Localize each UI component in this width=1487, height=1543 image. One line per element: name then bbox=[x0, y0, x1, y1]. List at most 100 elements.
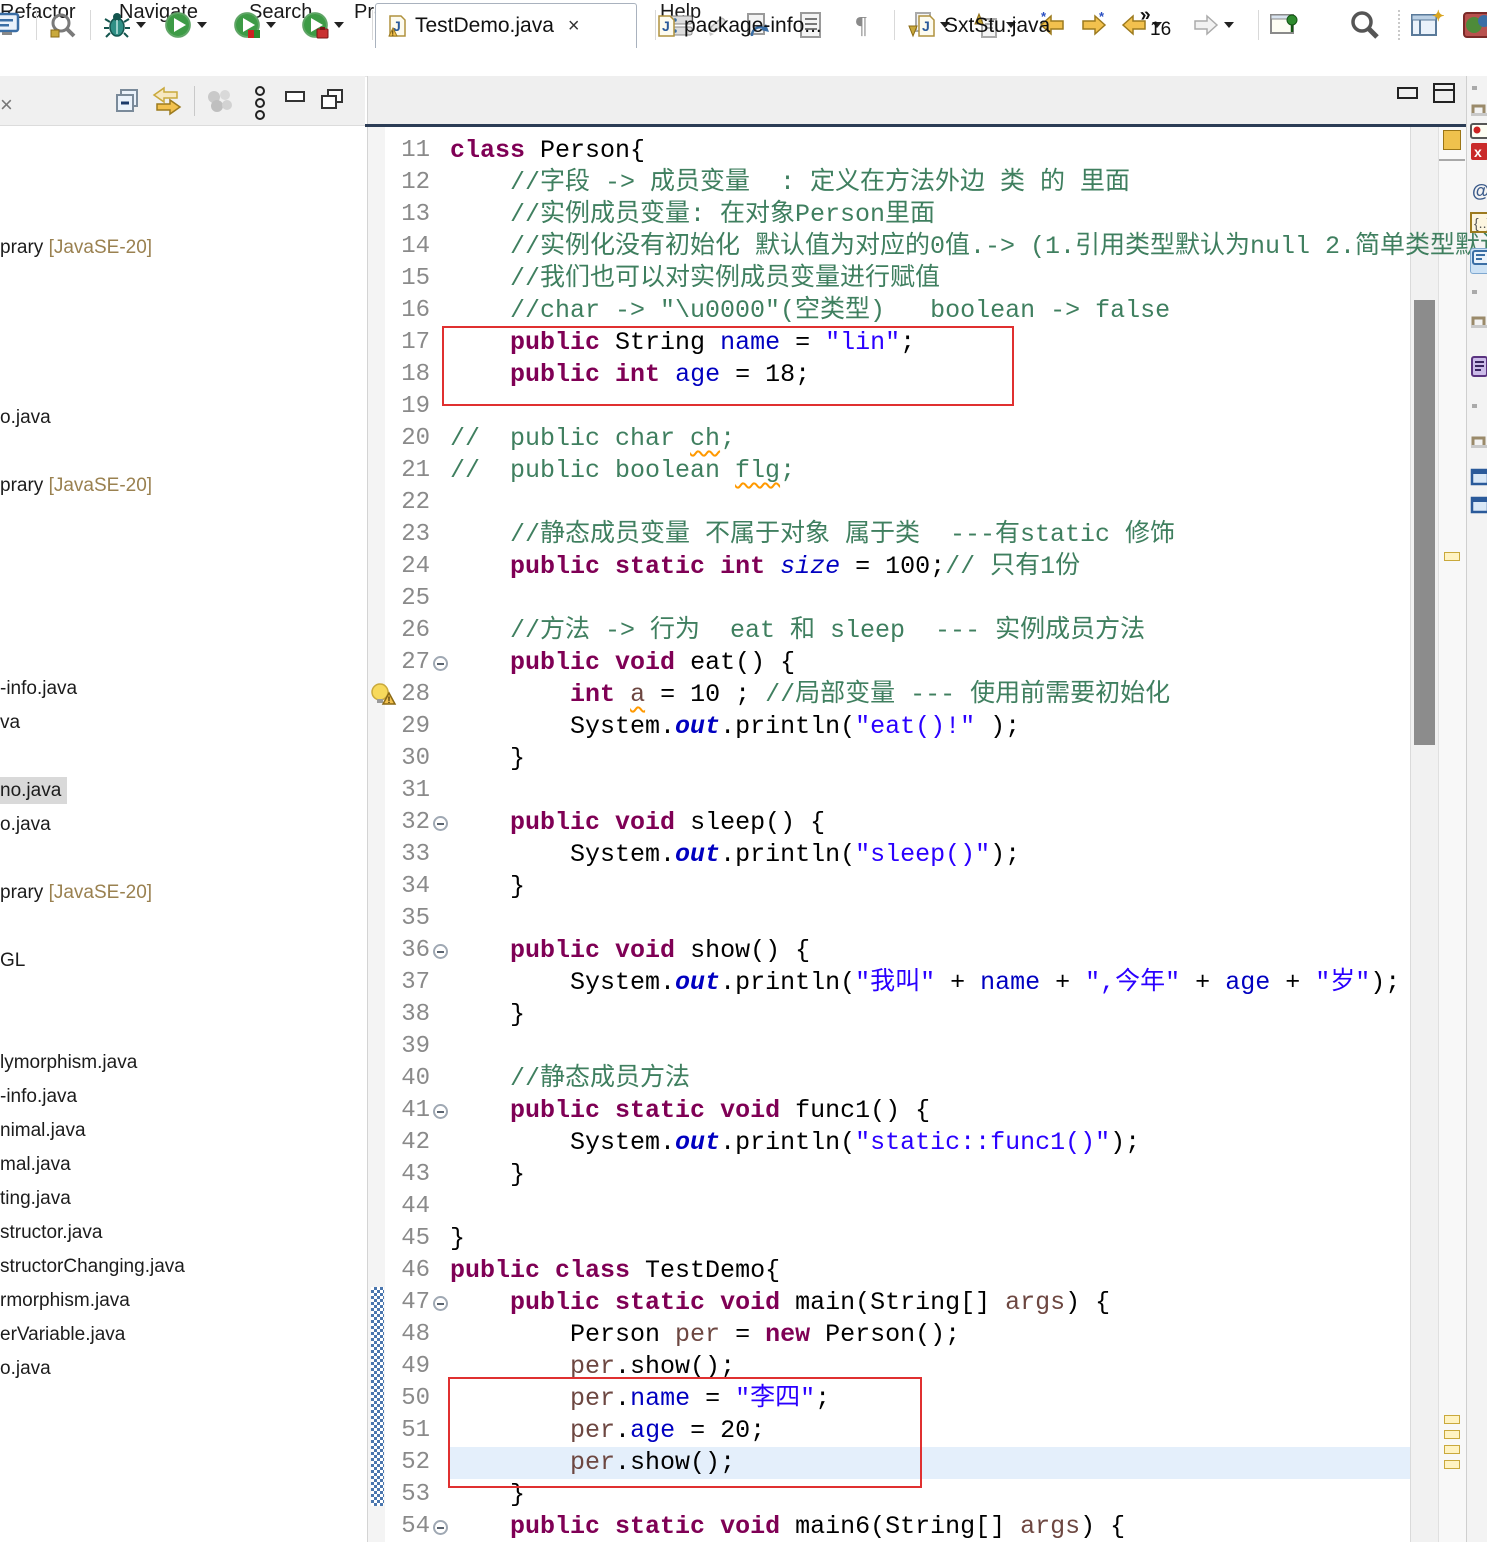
code-line[interactable]: // public boolean flg; bbox=[450, 455, 795, 487]
sidebar-item[interactable]: va bbox=[0, 709, 20, 736]
sidebar-item[interactable]: mal.java bbox=[0, 1151, 71, 1178]
code-line[interactable]: //方法 -> 行为 eat 和 sleep --- 实例成员方法 bbox=[450, 615, 1145, 647]
sidebar-item[interactable]: prary [JavaSE-20] bbox=[0, 879, 152, 906]
run-icon[interactable] bbox=[163, 8, 207, 42]
tab-overflow-indicator[interactable]: »16 bbox=[1140, 6, 1171, 38]
fold-collapse-icon[interactable] bbox=[433, 656, 448, 671]
forward-icon[interactable] bbox=[1192, 8, 1234, 42]
overview-ruler[interactable] bbox=[1438, 127, 1466, 1542]
code-line[interactable]: } bbox=[450, 1159, 525, 1191]
console-icon[interactable] bbox=[0, 8, 24, 42]
code-line[interactable]: //我们也可以对实例成员变量进行赋值 bbox=[450, 263, 940, 295]
code-line[interactable]: } bbox=[450, 999, 525, 1031]
overview-warning-marker[interactable] bbox=[1444, 552, 1460, 561]
fastview-handle-icon[interactable] bbox=[1470, 100, 1487, 124]
run-external-tools-icon[interactable] bbox=[300, 8, 344, 42]
code-line[interactable]: public void eat() { bbox=[450, 647, 795, 679]
sidebar-item[interactable]: lymorphism.java bbox=[0, 1049, 137, 1076]
tab-sxtstu-java[interactable]: JSxtStu.java bbox=[905, 3, 1095, 48]
code-line[interactable]: System.out.println("static::func1()"); bbox=[450, 1127, 1140, 1159]
selected-console-view-icon[interactable] bbox=[1470, 248, 1487, 274]
maximize-view-icon[interactable] bbox=[318, 86, 346, 114]
sidebar-item[interactable]: structorChanging.java bbox=[0, 1253, 185, 1280]
javadoc-view-icon[interactable]: @ bbox=[1470, 180, 1487, 204]
package-view-icon[interactable] bbox=[1470, 496, 1487, 520]
collapse-all-icon[interactable] bbox=[113, 86, 143, 116]
outline-view-icon[interactable] bbox=[1470, 468, 1487, 492]
overview-ruler-header-marker[interactable] bbox=[1443, 130, 1461, 150]
focus-disabled-icon[interactable] bbox=[203, 86, 237, 116]
pin-editor-icon[interactable] bbox=[1268, 8, 1300, 42]
overview-warning-marker[interactable] bbox=[1444, 1460, 1460, 1469]
code-line[interactable]: } bbox=[450, 1223, 465, 1255]
code-line[interactable]: //实例化没有初始化 默认值为对应的0值.-> (1.引用类型默认为null 2… bbox=[450, 231, 1487, 263]
sidebar-item[interactable]: prary [JavaSE-20] bbox=[0, 472, 152, 499]
fastview-handle-icon[interactable] bbox=[1470, 312, 1487, 336]
code-line[interactable]: System.out.println("sleep()"); bbox=[450, 839, 1020, 871]
code-line[interactable]: public static int size = 100;// 只有1份 bbox=[450, 551, 1080, 583]
code-line[interactable]: public void sleep() { bbox=[450, 807, 825, 839]
code-line[interactable]: System.out.println("eat()!" ); bbox=[450, 711, 1020, 743]
code-line[interactable]: int a = 10 ; //局部变量 --- 使用前需要初始化 bbox=[450, 679, 1170, 711]
overview-warning-marker[interactable] bbox=[1444, 1430, 1460, 1439]
debug-icon[interactable] bbox=[102, 8, 146, 42]
code-line[interactable]: class Person{ bbox=[450, 135, 645, 167]
java-perspective-icon[interactable] bbox=[1462, 8, 1487, 42]
open-perspective-icon[interactable]: ✦ bbox=[1410, 8, 1444, 42]
sidebar-item[interactable]: rmorphism.java bbox=[0, 1287, 130, 1314]
code-line[interactable]: public static void main6(String[] args) … bbox=[450, 1511, 1125, 1543]
sidebar-item[interactable]: -info.java bbox=[0, 675, 77, 702]
sidebar-item[interactable]: o.java bbox=[0, 1355, 51, 1382]
overview-warning-marker[interactable] bbox=[1444, 1445, 1460, 1454]
sidebar-item[interactable]: o.java bbox=[0, 811, 51, 838]
dropdown-caret-icon[interactable] bbox=[266, 22, 276, 28]
code-line[interactable]: //字段 -> 成员变量 : 定义在方法外边 类 的 里面 bbox=[450, 167, 1130, 199]
search-icon[interactable] bbox=[1348, 8, 1380, 42]
minimize-view-icon[interactable] bbox=[283, 86, 309, 112]
code-line[interactable]: System.out.println("我叫" + name + ",今年" +… bbox=[450, 967, 1400, 999]
dropdown-caret-icon[interactable] bbox=[1224, 22, 1234, 28]
sidebar-item[interactable]: -info.java bbox=[0, 1083, 77, 1110]
maximize-editor-button[interactable] bbox=[1432, 82, 1456, 104]
coverage-icon[interactable] bbox=[232, 8, 276, 42]
dropdown-caret-icon[interactable] bbox=[136, 22, 146, 28]
code-line[interactable]: public void show() { bbox=[450, 935, 810, 967]
dropdown-caret-icon[interactable] bbox=[197, 22, 207, 28]
handle-dot-icon[interactable] bbox=[1470, 402, 1487, 426]
code-line[interactable]: //实例成员变量: 在对象Person里面 bbox=[450, 199, 935, 231]
overview-warning-marker[interactable] bbox=[1444, 1415, 1460, 1424]
warning-lightbulb-icon[interactable]: ! bbox=[369, 682, 397, 708]
code-line[interactable]: public static void func1() { bbox=[450, 1095, 930, 1127]
tab-close-icon[interactable]: × bbox=[568, 15, 580, 38]
fold-collapse-icon[interactable] bbox=[433, 944, 448, 959]
panel-tab-close-icon[interactable]: × bbox=[0, 92, 13, 118]
search-jar-icon[interactable] bbox=[48, 8, 78, 42]
fold-collapse-icon[interactable] bbox=[433, 1296, 448, 1311]
view-menu-icon[interactable] bbox=[252, 86, 268, 120]
tasks-view-icon[interactable] bbox=[1470, 355, 1487, 379]
declaration-view-icon[interactable]: {..} bbox=[1470, 212, 1487, 236]
sidebar-item[interactable]: structor.java bbox=[0, 1219, 102, 1246]
link-with-editor-icon[interactable] bbox=[151, 86, 183, 116]
code-line[interactable]: } bbox=[450, 871, 525, 903]
sidebar-item[interactable]: no.java bbox=[0, 777, 67, 804]
code-line[interactable]: Person per = new Person(); bbox=[450, 1319, 960, 1351]
code-line[interactable]: //静态成员变量 不属于对象 属于类 ---有static 修饰 bbox=[450, 519, 1175, 551]
code-line[interactable]: public class TestDemo{ bbox=[450, 1255, 780, 1287]
sidebar-item[interactable]: ting.java bbox=[0, 1185, 71, 1212]
fold-collapse-icon[interactable] bbox=[433, 816, 448, 831]
code-line[interactable]: // public char ch; bbox=[450, 423, 735, 455]
code-line[interactable]: public static void main(String[] args) { bbox=[450, 1287, 1110, 1319]
fold-collapse-icon[interactable] bbox=[433, 1520, 448, 1535]
fastview-handle-icon[interactable] bbox=[1470, 432, 1487, 456]
editor-scrollbar-thumb[interactable] bbox=[1414, 300, 1435, 745]
minimize-editor-button[interactable] bbox=[1397, 86, 1419, 100]
sidebar-item[interactable]: prary [JavaSE-20] bbox=[0, 234, 152, 261]
code-line[interactable]: //char -> "\u0000"(空类型) boolean -> false bbox=[450, 295, 1170, 327]
tab-testdemo-java[interactable]: J!TestDemo.java× bbox=[375, 3, 637, 48]
remove-view-icon[interactable]: x bbox=[1470, 142, 1487, 166]
sidebar-item[interactable]: nimal.java bbox=[0, 1117, 86, 1144]
dropdown-caret-icon[interactable] bbox=[334, 22, 344, 28]
sidebar-item[interactable]: erVariable.java bbox=[0, 1321, 125, 1348]
tab-package-info-[interactable]: Jpackage-info... bbox=[645, 3, 885, 48]
